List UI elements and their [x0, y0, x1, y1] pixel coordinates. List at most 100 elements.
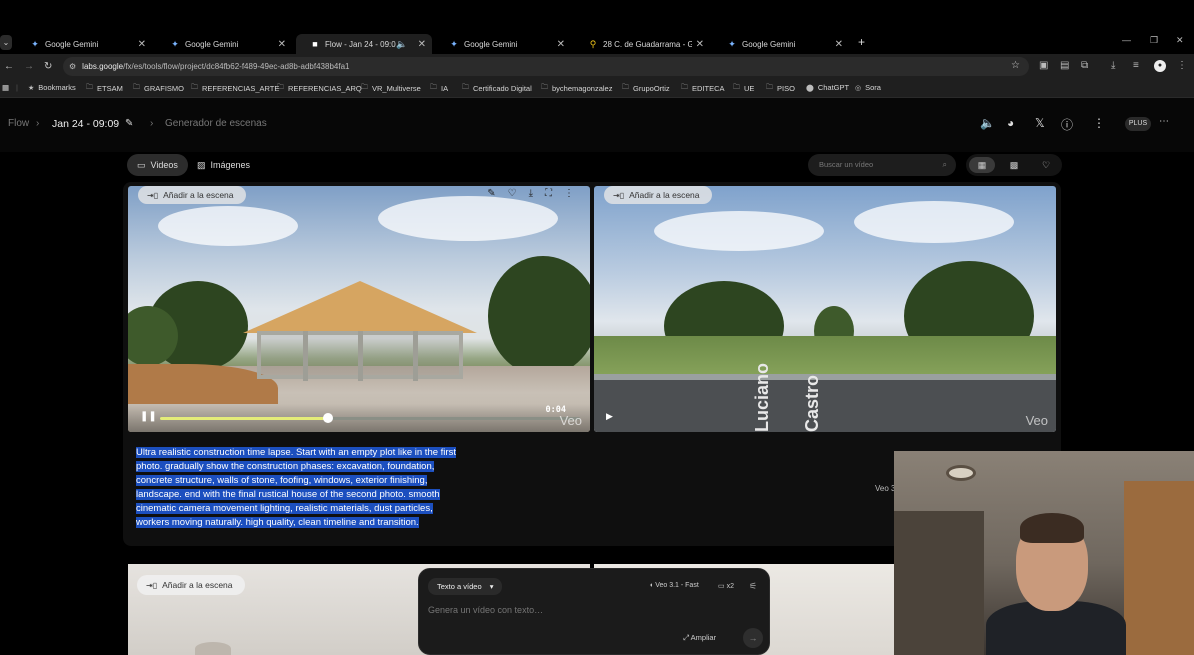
- add-to-scene-button[interactable]: ⇥▯ Añadir a la escena: [137, 575, 245, 595]
- field-shape: [594, 336, 1056, 376]
- bookmark-folder[interactable]: 🗀 Certificado Digital: [462, 83, 532, 94]
- settings-sliders-icon[interactable]: ⚟: [749, 581, 757, 592]
- tab-search-button[interactable]: ⌄: [0, 35, 12, 50]
- account-menu-icon[interactable]: ⋯: [1159, 116, 1169, 127]
- output-count[interactable]: ▭ x2: [718, 582, 734, 590]
- close-icon[interactable]: ✕: [278, 39, 286, 50]
- bookmark-folder[interactable]: 🗀 EDITECA: [681, 83, 725, 94]
- expand-button[interactable]: ⤢ Ampliar: [683, 633, 716, 643]
- media-control-icon[interactable]: ≡: [1133, 60, 1139, 71]
- bookmark-folder[interactable]: 🗀 PISO: [766, 83, 795, 94]
- heart-filter-icon[interactable]: ♡: [1033, 157, 1059, 173]
- browser-tab[interactable]: ✦ Google Gemini ✕: [156, 34, 292, 54]
- pause-icon[interactable]: ❚❚: [140, 411, 157, 422]
- bookmark-folder[interactable]: 🗀 GrupoOrtiz: [622, 83, 670, 94]
- folder-icon: 🗀: [681, 84, 688, 91]
- minimize-icon[interactable]: —: [1122, 35, 1131, 45]
- bookmark-item[interactable]: ◎ Sora: [855, 83, 881, 92]
- close-icon[interactable]: ✕: [696, 39, 704, 50]
- download-icon[interactable]: ⤓: [1111, 60, 1115, 71]
- breadcrumb-flow[interactable]: Flow: [8, 118, 29, 129]
- video-card[interactable]: Luciano Castro ⇥▯ Añadir a la escena ▶ V…: [594, 186, 1056, 432]
- gemini-icon: ✦: [728, 38, 736, 49]
- bookmark-folder[interactable]: 🗀 REFERENCIAS_ARQ: [277, 83, 362, 94]
- close-icon[interactable]: ✕: [835, 39, 843, 50]
- bookmark-label: ChatGPT: [817, 83, 850, 92]
- tab-images[interactable]: ▨ Imágenes: [187, 154, 260, 176]
- play-icon[interactable]: ▶: [606, 411, 613, 422]
- add-to-scene-label: Añadir a la escena: [162, 580, 233, 590]
- browser-tab[interactable]: ✦ Google Gemini ✕: [16, 34, 152, 54]
- folder-icon: 🗀: [277, 84, 284, 91]
- browser-tab-active[interactable]: ■ Flow - Jan 24 - 09:09 🔈 ✕: [296, 34, 432, 54]
- prompt-text[interactable]: Ultra realistic construction time lapse.…: [136, 446, 468, 530]
- bookmark-folder[interactable]: 🗀 bychemagonzalez: [541, 83, 612, 94]
- tab-videos[interactable]: ▭ Videos: [127, 154, 188, 176]
- veo-watermark: Veo: [1025, 413, 1048, 428]
- download-icon[interactable]: ⤓: [529, 188, 533, 199]
- kebab-menu-icon[interactable]: ⋮: [1093, 116, 1105, 130]
- restore-icon[interactable]: ❐: [1150, 35, 1158, 46]
- site-settings-icon[interactable]: ⚙: [69, 62, 76, 71]
- browser-tab[interactable]: ⚲ 28 C. de Guadarrama - Google ✕: [574, 34, 710, 54]
- close-icon[interactable]: ✕: [138, 39, 146, 50]
- send-button[interactable]: →: [743, 628, 763, 648]
- back-arrow-icon[interactable]: ←: [4, 61, 14, 72]
- forward-arrow-icon[interactable]: →: [24, 61, 34, 72]
- bookmark-folder[interactable]: 🗀 IA: [430, 83, 448, 94]
- kebab-menu-icon[interactable]: ⋮: [564, 188, 574, 199]
- speaker-icon[interactable]: 🔈: [396, 39, 407, 50]
- profile-avatar[interactable]: ●: [1154, 60, 1166, 72]
- x-social-icon[interactable]: 𝕏: [1035, 116, 1045, 130]
- chevron-down-icon: ▾: [489, 582, 494, 591]
- edit-pencil-icon[interactable]: ✎: [125, 118, 133, 129]
- volume-icon[interactable]: 🔈: [980, 116, 995, 130]
- close-icon[interactable]: ✕: [557, 39, 565, 50]
- fullscreen-icon[interactable]: ⛶: [545, 188, 552, 199]
- browser-tab[interactable]: ✦ Google Gemini ✕: [713, 34, 849, 54]
- prompt-input[interactable]: [428, 605, 748, 615]
- video-card[interactable]: ⇥▯ Añadir a la escena ✎ ♡ ⤓ ⛶ ⋮ ❚❚ 0:04 …: [128, 186, 590, 432]
- bookmark-folder[interactable]: 🗀 UE: [733, 83, 754, 94]
- apps-grid-icon[interactable]: ▦: [2, 83, 9, 92]
- extension-icon[interactable]: ▣: [1039, 60, 1048, 71]
- reload-icon[interactable]: ↻: [44, 61, 52, 72]
- new-tab-button[interactable]: +: [858, 35, 865, 49]
- address-bar[interactable]: ⚙ labs.google/fx/es/tools/flow/project/d…: [63, 57, 1029, 76]
- add-to-scene-button[interactable]: ⇥▯ Añadir a la escena: [138, 186, 246, 204]
- bookmark-label: IA: [441, 84, 449, 93]
- plan-badge[interactable]: PLUS: [1125, 117, 1151, 131]
- url-host: labs.google: [82, 62, 124, 71]
- browser-tab[interactable]: ✦ Google Gemini ✕: [435, 34, 571, 54]
- bookmark-star-icon[interactable]: ☆: [1011, 60, 1020, 71]
- arrow-right-icon: →: [748, 633, 758, 643]
- add-to-scene-button[interactable]: ⇥▯ Añadir a la escena: [604, 186, 712, 204]
- window-close-icon[interactable]: ✕: [1176, 35, 1184, 46]
- bookmark-item[interactable]: ★ Bookmarks: [28, 83, 76, 92]
- breadcrumb-page[interactable]: Generador de escenas: [165, 118, 267, 129]
- bookmark-label: UE: [744, 84, 755, 93]
- grid-large-icon[interactable]: ▦: [969, 157, 995, 173]
- bookmark-label: GrupoOrtiz: [633, 84, 670, 93]
- seek-bar[interactable]: 0:04: [160, 405, 580, 423]
- project-title[interactable]: Jan 24 - 09:09: [52, 118, 119, 130]
- search-input[interactable]: Buscar un vídeo ⌕: [808, 154, 956, 176]
- bookmark-folder[interactable]: 🗀 ETSAM: [86, 83, 123, 94]
- puzzle-icon[interactable]: ⧉: [1081, 60, 1088, 71]
- help-icon[interactable]: ⓘ: [1061, 116, 1073, 133]
- bookmark-folder[interactable]: 🗀 REFERENCIAS_ARTE: [191, 83, 279, 94]
- edit-pencil-icon[interactable]: ✎: [487, 188, 495, 199]
- bookmark-folder[interactable]: 🗀 GRAFISMO: [133, 83, 184, 94]
- heart-icon[interactable]: ♡: [508, 188, 517, 199]
- bookmark-folder[interactable]: 🗀 VR_Multiverse: [361, 83, 421, 94]
- discord-icon[interactable]: ◕: [1007, 116, 1014, 130]
- close-icon[interactable]: ✕: [418, 39, 426, 50]
- grid-small-icon[interactable]: ▩: [1001, 157, 1027, 173]
- model-selector[interactable]: ◖ Veo 3.1 - Fast: [649, 582, 699, 589]
- seek-handle[interactable]: [323, 413, 333, 423]
- bookmark-item[interactable]: ⬤ ChatGPT: [806, 83, 849, 92]
- kebab-menu-icon[interactable]: ⋮: [1177, 60, 1187, 71]
- model-label: Veo 3: [875, 484, 896, 493]
- mode-dropdown[interactable]: Texto a vídeo ▾: [428, 578, 503, 595]
- document-icon[interactable]: ▤: [1060, 60, 1069, 71]
